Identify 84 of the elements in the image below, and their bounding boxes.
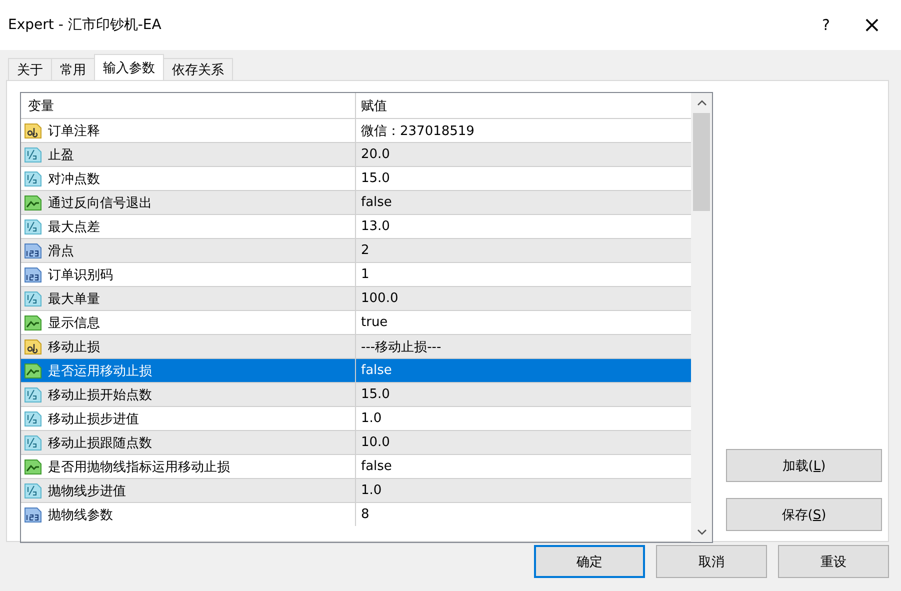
parameter-name: 移动止损跟随点数 [48,434,152,452]
parameter-name: 滑点 [48,242,74,260]
dialog-button[interactable]: 重设 [778,545,889,578]
help-button[interactable]: ? [803,9,849,41]
table-row[interactable]: 移动止损步进值 1.0 [21,406,691,430]
chart-type-icon [24,194,42,212]
parameter-value: 1.0 [360,411,383,426]
parameter-value: 13.0 [360,219,391,234]
parameter-name: 抛物线步进值 [48,482,126,500]
table-row[interactable]: 对冲点数 15.0 [21,166,691,190]
parameter-value: 8 [360,507,370,522]
parameter-name: 最大单量 [48,290,100,308]
side-button[interactable]: 加载(L) [726,449,882,482]
tab[interactable]: 关于 [8,58,52,80]
parameter-value: 100.0 [360,291,400,306]
table-row[interactable]: 订单注释 微信：237018519 [21,118,691,142]
scroll-thumb[interactable] [693,113,710,211]
parameter-name: 最大点差 [48,218,100,236]
parameter-value: ---移动止损--- [360,338,442,356]
number-type-icon [24,266,42,284]
fraction-type-icon [24,410,42,428]
parameter-name: 订单注释 [48,122,100,140]
parameter-value: 微信：237018519 [360,122,476,140]
table-row[interactable]: 通过反向信号退出 false [21,190,691,214]
parameter-value: 15.0 [360,387,391,402]
table-row[interactable]: 订单识别码 1 [21,262,691,286]
text-type-icon [24,122,42,140]
parameter-name: 移动止损步进值 [48,410,139,428]
parameter-value: false [360,459,393,474]
parameter-value: 20.0 [360,147,391,162]
parameter-value: 1 [360,267,370,282]
fraction-type-icon [24,218,42,236]
parameter-name: 止盈 [48,146,74,164]
parameter-value: false [360,195,393,210]
table-row[interactable]: 移动止损跟随点数 10.0 [21,430,691,454]
number-type-icon [24,242,42,260]
parameter-name: 移动止损 [48,338,100,356]
table-row[interactable]: 最大点差 13.0 [21,214,691,238]
scroll-up-icon[interactable] [696,100,706,106]
fraction-type-icon [24,290,42,308]
chart-type-icon [24,362,42,380]
fraction-type-icon [24,482,42,500]
tab[interactable]: 依存关系 [163,58,233,80]
close-button[interactable]: × [849,9,895,41]
chart-type-icon [24,458,42,476]
number-type-icon [24,506,42,524]
table-row[interactable]: 滑点 2 [21,238,691,262]
table-row[interactable]: 移动止损开始点数 15.0 [21,382,691,406]
fraction-type-icon [24,434,42,452]
parameter-value: true [360,315,389,330]
text-type-icon [24,338,42,356]
side-button[interactable]: 保存(S) [726,498,882,531]
parameter-value: 10.0 [360,435,391,450]
table-row[interactable]: 抛物线步进值 1.0 [21,478,691,502]
parameter-value: 2 [360,243,370,258]
parameter-name: 是否运用移动止损 [48,362,152,380]
window-title: Expert - 汇市印钞机-EA [8,16,162,34]
parameter-value: 1.0 [360,483,383,498]
fraction-type-icon [24,170,42,188]
parameter-name: 对冲点数 [48,170,100,188]
table-row[interactable]: 最大单量 100.0 [21,286,691,310]
table-row[interactable]: 止盈 20.0 [21,142,691,166]
parameter-value: 15.0 [360,171,391,186]
parameter-name: 移动止损开始点数 [48,386,152,404]
parameter-value: false [360,363,393,378]
tab[interactable]: 输入参数 [94,54,164,80]
parameter-name: 显示信息 [48,314,100,332]
scrollbar[interactable] [691,93,712,542]
parameter-name: 通过反向信号退出 [48,194,152,212]
scroll-down-icon[interactable] [696,529,706,535]
fraction-type-icon [24,146,42,164]
dialog-button[interactable]: 确定 [534,545,645,578]
table-row[interactable]: 是否运用移动止损 false [21,358,691,382]
table-row[interactable]: 是否用抛物线指标运用移动止损 false [21,454,691,478]
table-row[interactable]: 显示信息 true [21,310,691,334]
table-row[interactable]: 移动止损 ---移动止损--- [21,334,691,358]
parameter-name: 抛物线参数 [48,506,113,524]
chart-type-icon [24,314,42,332]
column-header[interactable]: 赋值 [356,96,691,114]
dialog-button[interactable]: 取消 [656,545,767,578]
fraction-type-icon [24,386,42,404]
table-row[interactable]: 抛物线参数 8 [21,502,691,526]
parameter-name: 订单识别码 [48,266,113,284]
parameter-name: 是否用抛物线指标运用移动止损 [48,458,230,476]
